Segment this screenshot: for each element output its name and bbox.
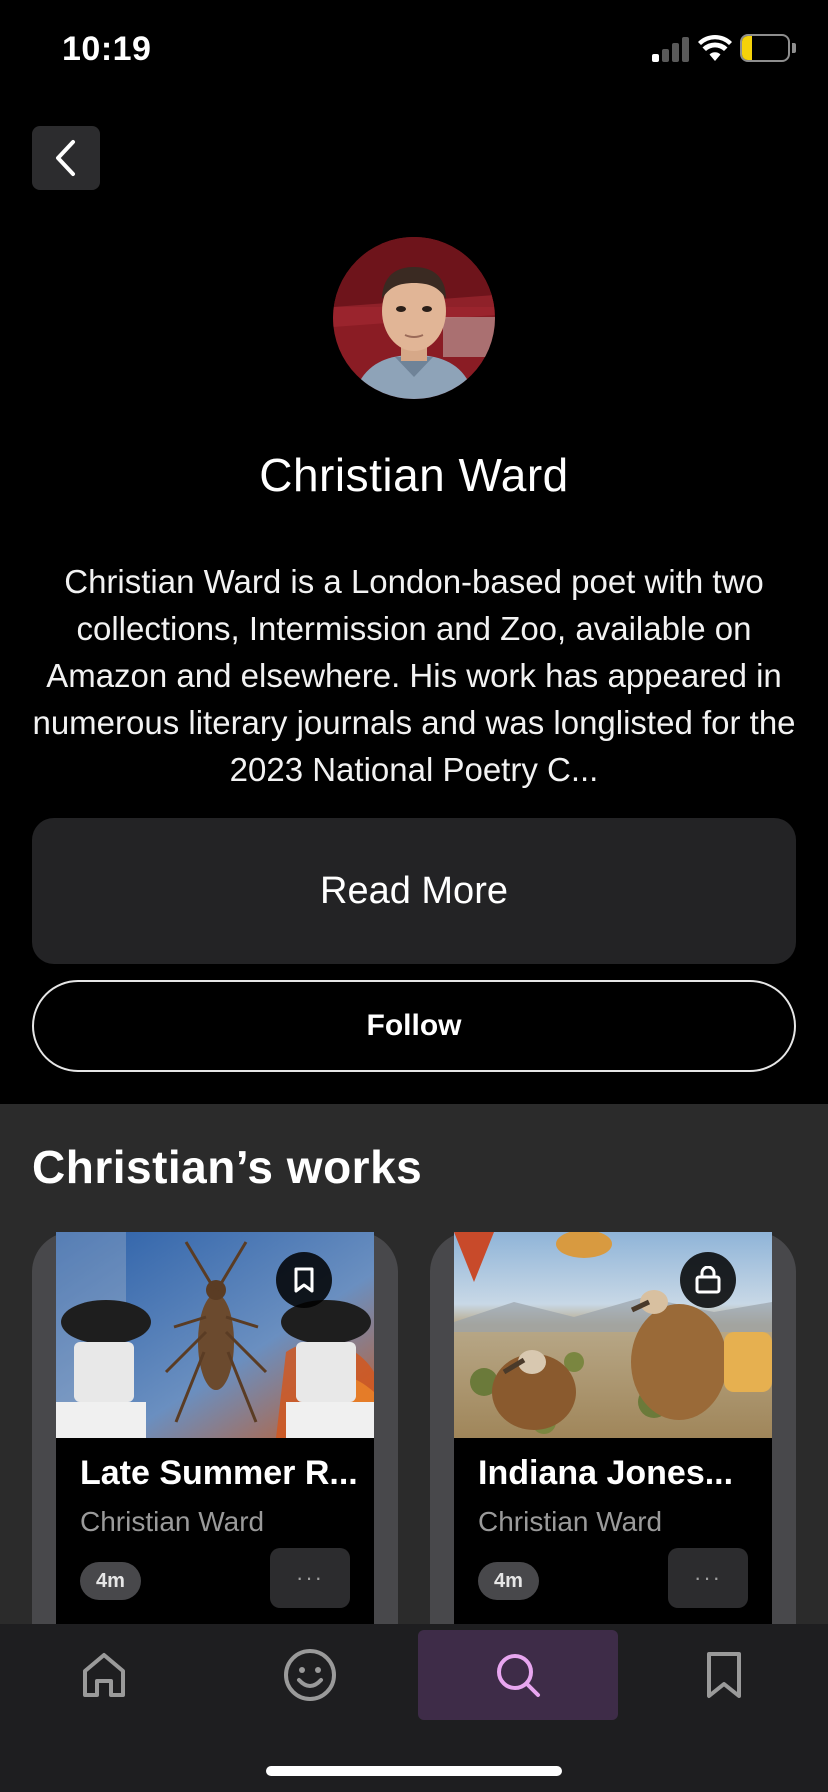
duration-badge: 4m (80, 1562, 141, 1600)
back-button[interactable] (32, 126, 100, 190)
duration-badge: 4m (478, 1562, 539, 1600)
tab-home[interactable] (4, 1630, 204, 1720)
bookmark-icon (294, 1267, 314, 1293)
work-author: Christian Ward (80, 1506, 265, 1537)
read-more-button[interactable]: Read More (32, 818, 796, 964)
author-bio: Christian Ward is a London-based poet wi… (32, 563, 796, 788)
follow-button[interactable]: Follow (32, 980, 796, 1072)
battery-icon: 13 (740, 34, 790, 62)
work-card[interactable]: Indiana Jones... Christian Ward 4m ··· (454, 1232, 772, 1624)
tab-saved[interactable] (624, 1630, 824, 1720)
signal-icon (652, 36, 690, 62)
tab-search[interactable] (418, 1630, 618, 1720)
home-indicator (266, 1766, 562, 1776)
works-title: Christian’s works (32, 1141, 423, 1193)
lock-icon (695, 1266, 721, 1294)
card-lock-button[interactable] (680, 1252, 736, 1308)
more-options-button[interactable]: ··· (668, 1548, 748, 1608)
search-icon (497, 1654, 540, 1697)
home-icon (83, 1653, 125, 1697)
battery-cap (792, 43, 796, 53)
card-bookmark-button[interactable] (276, 1252, 332, 1308)
tab-bar (0, 1624, 828, 1792)
status-time: 10:19 (62, 30, 152, 68)
work-card[interactable]: Late Summer R... Christian Ward 4m ··· (56, 1232, 374, 1624)
work-author: Christian Ward (478, 1506, 663, 1537)
author-name: Christian Ward (259, 449, 569, 501)
more-options-button[interactable]: ··· (270, 1548, 350, 1608)
bookmark-icon (707, 1652, 741, 1698)
work-title: Indiana Jones... (478, 1454, 734, 1492)
chevron-left-icon (56, 140, 75, 176)
wifi-icon (698, 34, 732, 61)
work-title: Late Summer R... (80, 1454, 358, 1492)
tab-moods[interactable] (210, 1630, 410, 1720)
smiley-icon (284, 1649, 336, 1701)
works-section: Christian’s works Late Summer R... Chris… (0, 1104, 828, 1624)
status-bar: 10:19 13 (0, 0, 828, 100)
author-avatar (333, 237, 495, 399)
battery-level: 13 (753, 37, 777, 59)
